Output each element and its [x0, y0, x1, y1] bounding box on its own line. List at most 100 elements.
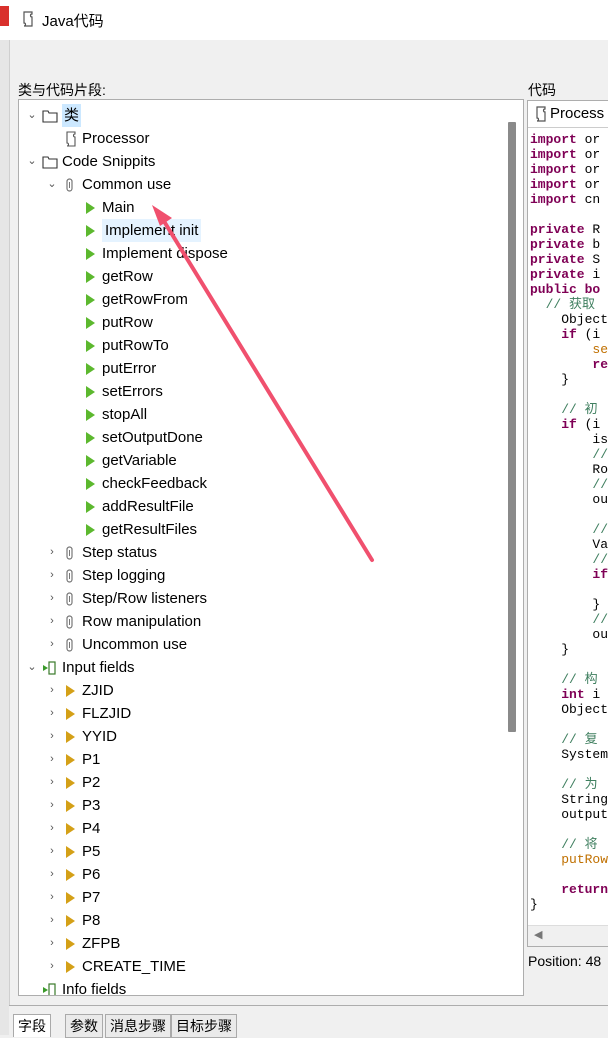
code-line: // 初	[530, 402, 598, 417]
classes-snippets-label: 类与代码片段:	[18, 82, 106, 98]
collapse-chevron-icon[interactable]: ›	[45, 564, 59, 587]
tree-item[interactable]: Info fields	[19, 978, 523, 995]
tree-item[interactable]: Implement dispose	[19, 242, 523, 265]
collapse-chevron-icon[interactable]: ›	[45, 725, 59, 748]
collapse-chevron-icon[interactable]: ›	[45, 817, 59, 840]
tree-item[interactable]: › Step/Row listeners	[19, 587, 523, 610]
code-line: }	[530, 597, 601, 612]
code-editor-panel[interactable]: Process import or import or import or impor…	[527, 100, 608, 947]
expand-chevron-icon[interactable]: ⌄	[45, 173, 59, 196]
bottom-tab[interactable]: 目标步骤	[171, 1014, 237, 1038]
tree-item[interactable]: getVariable	[19, 449, 523, 472]
tree-item[interactable]: setErrors	[19, 380, 523, 403]
snippet-group-icon	[62, 545, 78, 561]
tree-item[interactable]: checkFeedback	[19, 472, 523, 495]
collapse-chevron-icon[interactable]: ›	[45, 794, 59, 817]
code-tab-processor[interactable]: Process	[528, 101, 608, 128]
tree-item[interactable]: › P5	[19, 840, 523, 863]
tree-item[interactable]: › P4	[19, 817, 523, 840]
class-snippet-tree[interactable]: ⌄ 类 Processor ⌄ Code Snippits ⌄ Common use Main…	[18, 99, 524, 996]
tree-item[interactable]: ⌄ Common use	[19, 173, 523, 196]
tree-item[interactable]: ⌄ 类	[19, 104, 523, 127]
expand-chevron-icon[interactable]: ⌄	[25, 104, 39, 127]
tree-item-label: Common use	[82, 176, 172, 193]
code-horizontal-scrollbar[interactable]: ◀	[528, 925, 608, 946]
tree-item[interactable]: › P8	[19, 909, 523, 932]
tree-item[interactable]: › P6	[19, 863, 523, 886]
code-line: // 将	[530, 837, 598, 852]
tree-item[interactable]: › P2	[19, 771, 523, 794]
tree-item[interactable]: › P3	[19, 794, 523, 817]
code-line: System	[530, 747, 608, 762]
collapse-chevron-icon[interactable]: ›	[45, 748, 59, 771]
field-icon	[62, 798, 78, 814]
tree-item[interactable]: › Uncommon use	[19, 633, 523, 656]
code-line: private i	[530, 267, 601, 282]
code-line: // 获取	[530, 297, 596, 312]
tree-item[interactable]: › Step status	[19, 541, 523, 564]
tree-item[interactable]: › ZFPB	[19, 932, 523, 955]
field-icon	[62, 913, 78, 929]
tree-item[interactable]: getResultFiles	[19, 518, 523, 541]
collapse-chevron-icon[interactable]: ›	[45, 932, 59, 955]
snippet-icon	[82, 384, 98, 400]
tree-item[interactable]: › P1	[19, 748, 523, 771]
tree-item[interactable]: › Step logging	[19, 564, 523, 587]
tree-item[interactable]: getRowFrom	[19, 288, 523, 311]
code-line: import cn	[530, 192, 601, 207]
tree-item[interactable]: › ZJID	[19, 679, 523, 702]
snippet-icon	[82, 223, 98, 239]
code-line: is	[530, 432, 608, 447]
snippet-icon	[82, 407, 98, 423]
tree-item[interactable]: ⌄ Input fields	[19, 656, 523, 679]
collapse-chevron-icon[interactable]: ›	[45, 541, 59, 564]
tree-item[interactable]: putRowTo	[19, 334, 523, 357]
tree-item[interactable]: Processor	[19, 127, 523, 150]
collapse-chevron-icon[interactable]: ›	[45, 863, 59, 886]
snippet-icon	[82, 269, 98, 285]
collapse-chevron-icon[interactable]: ›	[45, 610, 59, 633]
collapse-chevron-icon[interactable]: ›	[45, 771, 59, 794]
code-line: //	[530, 477, 608, 492]
tree-item[interactable]: › Row manipulation	[19, 610, 523, 633]
expand-chevron-icon[interactable]: ⌄	[25, 150, 39, 173]
tree-item[interactable]: stopAll	[19, 403, 523, 426]
code-line: if (i	[561, 327, 601, 342]
bottom-tab[interactable]: 字段	[13, 1014, 51, 1037]
bottom-tab[interactable]: 消息步骤	[105, 1014, 171, 1038]
tree-item-label: setErrors	[102, 383, 163, 400]
tree-item[interactable]: setOutputDone	[19, 426, 523, 449]
tree-item[interactable]: ⌄ Code Snippits	[19, 150, 523, 173]
collapse-chevron-icon[interactable]: ›	[45, 587, 59, 610]
tree-item[interactable]: getRow	[19, 265, 523, 288]
snippet-icon	[82, 499, 98, 515]
collapse-chevron-icon[interactable]: ›	[45, 955, 59, 978]
tree-item[interactable]: putError	[19, 357, 523, 380]
collapse-chevron-icon[interactable]: ›	[45, 702, 59, 725]
cursor-position: Position: 48	[528, 953, 602, 969]
tree-item[interactable]: › CREATE_TIME	[19, 955, 523, 978]
tree-item[interactable]: addResultFile	[19, 495, 523, 518]
scroll-left-icon[interactable]: ◀	[534, 928, 542, 941]
tree-item[interactable]: putRow	[19, 311, 523, 334]
code-line: re	[592, 357, 608, 372]
collapse-chevron-icon[interactable]: ›	[45, 679, 59, 702]
collapse-chevron-icon[interactable]: ›	[45, 909, 59, 932]
tree-item[interactable]: › YYID	[19, 725, 523, 748]
collapse-chevron-icon[interactable]: ›	[45, 633, 59, 656]
code-line: // 为	[530, 777, 598, 792]
tree-item[interactable]: › FLZJID	[19, 702, 523, 725]
collapse-chevron-icon[interactable]: ›	[45, 840, 59, 863]
tree-vertical-scrollbar[interactable]	[508, 122, 516, 732]
expand-chevron-icon[interactable]: ⌄	[25, 656, 39, 679]
collapse-chevron-icon[interactable]: ›	[45, 886, 59, 909]
tree-item[interactable]: Main	[19, 196, 523, 219]
tree-item[interactable]: Implement init	[19, 219, 523, 242]
bottom-tab[interactable]: 参数	[65, 1014, 103, 1038]
tree-item[interactable]: › P7	[19, 886, 523, 909]
